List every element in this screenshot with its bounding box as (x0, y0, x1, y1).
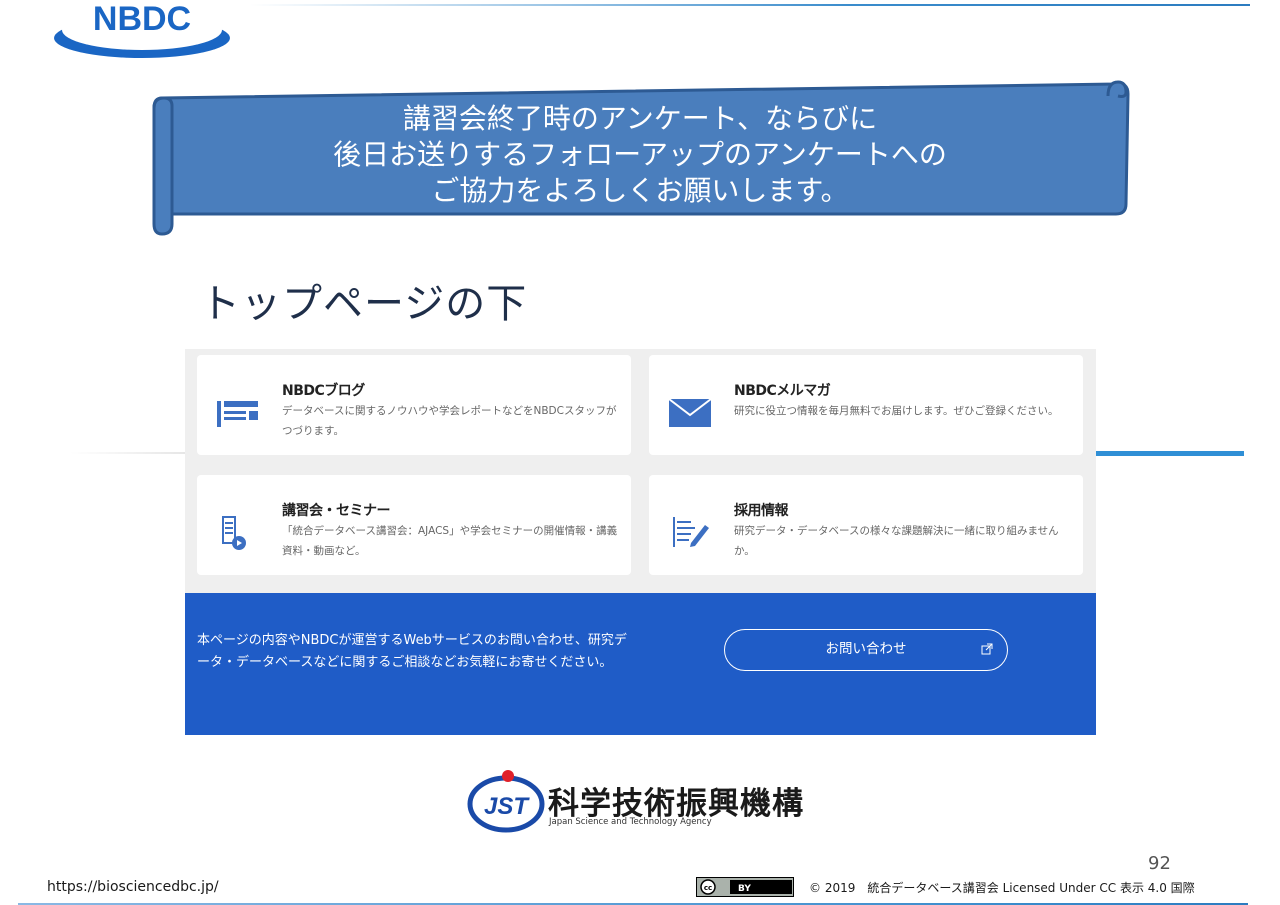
svg-text:BY: BY (738, 884, 751, 894)
blog-icon (217, 401, 258, 427)
page-number: 92 (1148, 853, 1171, 874)
banner-message: 講習会終了時のアンケート、ならびに 後日お送りするフォローアップのアンケートへの… (200, 101, 1080, 209)
card-description: 研究データ・データベースの様々な課題解決に一緒に取り組みませんか。 (734, 525, 1059, 557)
card-title: 採用情報 (734, 503, 789, 519)
mail-icon (668, 398, 712, 427)
external-link-icon (981, 643, 993, 655)
seminar-icon (222, 516, 246, 550)
recruit-icon (673, 517, 709, 547)
page-screenshot: NBDCブログ データベースに関するノウハウや学会レポートなどをNBDCスタッフ… (185, 349, 1096, 735)
card-blog[interactable]: NBDCブログ データベースに関するノウハウや学会レポートなどをNBDCスタッフ… (197, 355, 631, 455)
section-heading: トップページの下 (200, 281, 528, 327)
accent-rule (1096, 451, 1244, 456)
contact-button-label: お問い合わせ (825, 641, 907, 657)
contact-text: 本ページの内容やNBDCが運営するWebサービスのお問い合わせ、研究データ・デー… (197, 633, 627, 670)
card-seminar[interactable]: 講習会・セミナー 「統合データベース講習会：AJACS」や学会セミナーの開催情報… (197, 475, 631, 575)
card-recruit[interactable]: 採用情報 研究データ・データベースの様々な課題解決に一緒に取り組みませんか。 (649, 475, 1083, 575)
footer-url[interactable]: https://biosciencedbc.jp/ (47, 879, 219, 895)
contact-button[interactable]: お問い合わせ (724, 629, 1008, 671)
card-title: 講習会・セミナー (282, 503, 391, 519)
jst-name-english: Japan Science and Technology Agency (549, 817, 712, 827)
jst-logo-text: JST (484, 793, 530, 820)
card-title: NBDCメルマガ (734, 383, 831, 399)
svg-text:cc: cc (704, 884, 712, 892)
nbdc-logo: NBDC (54, 0, 230, 58)
card-description: 研究に役立つ情報を毎月無料でお届けします。ぜひご登録ください。 (734, 405, 1059, 417)
nbdc-logo-text: NBDC (93, 0, 191, 38)
card-description: データベースに関するノウハウや学会レポートなどをNBDCスタッフがつづります。 (282, 405, 617, 437)
card-description: 「統合データベース講習会：AJACS」や学会セミナーの開催情報・講義資料・動画な… (282, 525, 618, 557)
jst-logo: JST (467, 770, 545, 833)
divider (70, 452, 186, 454)
banner-line: ご協力をよろしくお願いします。 (431, 174, 849, 207)
top-rule (250, 4, 1250, 6)
footer-copyright: © 2019 統合データベース講習会 Licensed Under CC 表示 … (809, 881, 1195, 895)
cc-license-badge: cc BY (696, 877, 794, 897)
banner-line: 後日お送りするフォローアップのアンケートへの (333, 138, 947, 171)
card-title: NBDCブログ (282, 383, 365, 399)
banner-line: 講習会終了時のアンケート、ならびに (402, 102, 878, 135)
card-mailmagazine[interactable]: NBDCメルマガ 研究に役立つ情報を毎月無料でお届けします。ぜひご登録ください。 (649, 355, 1083, 455)
